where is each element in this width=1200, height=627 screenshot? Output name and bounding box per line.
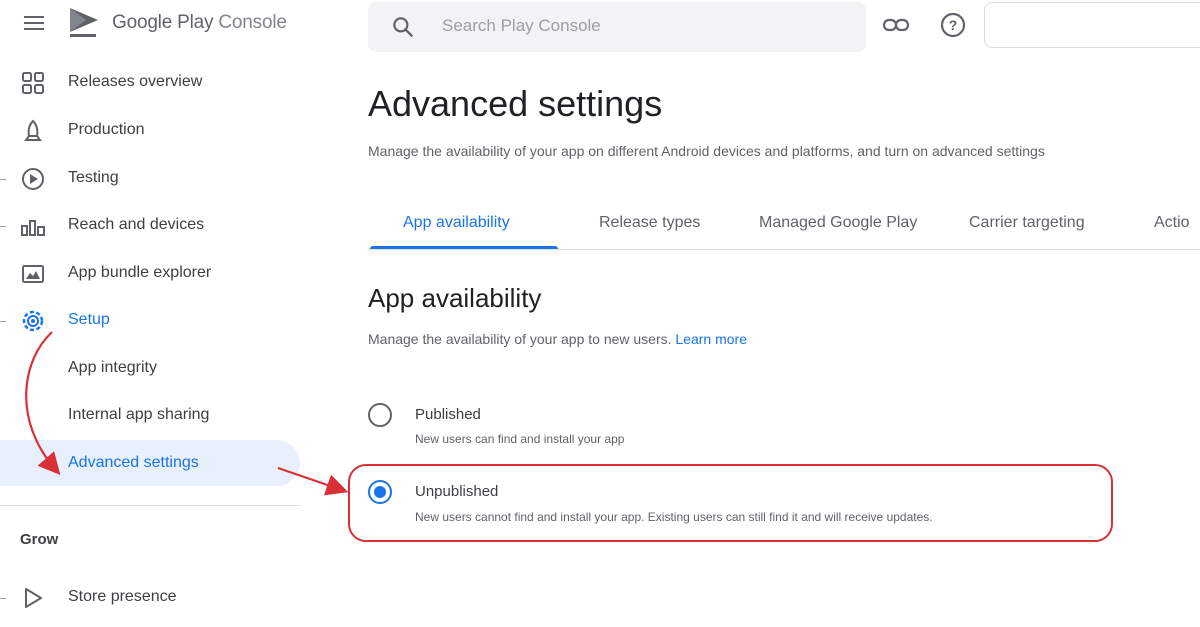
sidebar-item-internal-app-sharing[interactable]: Internal app sharing (0, 395, 300, 435)
hamburger-menu-icon[interactable] (22, 13, 46, 33)
reach-devices-icon (21, 220, 45, 236)
testing-icon (22, 168, 44, 190)
sidebar-item-label: Reach and devices (68, 216, 205, 233)
account-selector[interactable] (984, 2, 1200, 48)
tab-divider (368, 249, 1200, 250)
page-subtitle: Manage the availability of your app on d… (368, 143, 1045, 159)
link-icon[interactable] (881, 10, 911, 40)
sidebar-item-label: Setup (68, 311, 110, 328)
play-icon (25, 588, 42, 608)
search-icon (393, 17, 413, 37)
tab-app-availability[interactable]: App availability (403, 214, 510, 250)
sidebar-section-grow: Grow (20, 531, 59, 548)
sidebar-divider (0, 505, 300, 506)
sidebar-item-label: Releases overview (68, 73, 203, 90)
production-icon (24, 119, 42, 141)
sidebar-item-label: Store presence (68, 588, 177, 605)
tab-release-types[interactable]: Release types (599, 214, 700, 250)
app-bundle-icon (22, 265, 44, 283)
sidebar-item-setup[interactable]: Setup (0, 300, 300, 340)
app-logo-text: Google Play Console (112, 12, 287, 34)
gear-icon (22, 310, 44, 332)
search-bar[interactable]: Search Play Console (368, 2, 866, 52)
logo-brand: Google Play (112, 12, 214, 33)
sidebar-item-label: Advanced settings (68, 454, 199, 471)
published-label: Published (415, 406, 481, 423)
sidebar-item-label: Testing (68, 169, 119, 186)
sidebar-item-label: App bundle explorer (68, 264, 212, 281)
sidebar-item-releases-overview[interactable]: Releases overview (0, 62, 300, 102)
section-description-text: Manage the availability of your app to n… (368, 331, 672, 347)
highlight-box (348, 464, 1113, 542)
published-radio[interactable] (368, 403, 392, 427)
learn-more-link[interactable]: Learn more (675, 331, 747, 347)
sidebar-item-testing[interactable]: Testing (0, 158, 300, 198)
section-title: App availability (368, 283, 542, 313)
logo-product: Console (218, 12, 287, 33)
sidebar-item-store-presence[interactable]: Store presence (0, 577, 300, 617)
page-title: Advanced settings (368, 83, 663, 124)
releases-overview-icon (22, 72, 44, 94)
tab-carrier-targeting[interactable]: Carrier targeting (969, 214, 1085, 250)
section-description: Manage the availability of your app to n… (368, 331, 747, 347)
tab-managed-google-play[interactable]: Managed Google Play (759, 214, 917, 250)
sidebar-item-production[interactable]: Production (0, 110, 300, 150)
help-icon[interactable]: ? (938, 10, 968, 40)
sidebar-item-reach-and-devices[interactable]: Reach and devices (0, 205, 300, 245)
tab-actions[interactable]: Actio (1154, 214, 1190, 250)
sidebar-item-app-integrity[interactable]: App integrity (0, 348, 300, 388)
sidebar-item-label: Production (68, 121, 145, 138)
sidebar-item-advanced-settings[interactable]: Advanced settings (0, 440, 300, 486)
play-console-logo-icon (70, 8, 98, 37)
sidebar-item-label: App integrity (68, 359, 157, 376)
published-description: New users can find and install your app (415, 432, 625, 446)
search-input[interactable]: Search Play Console (442, 16, 601, 36)
sidebar-item-label: Internal app sharing (68, 406, 210, 423)
sidebar-item-app-bundle-explorer[interactable]: App bundle explorer (0, 253, 300, 293)
svg-text:?: ? (949, 17, 958, 33)
